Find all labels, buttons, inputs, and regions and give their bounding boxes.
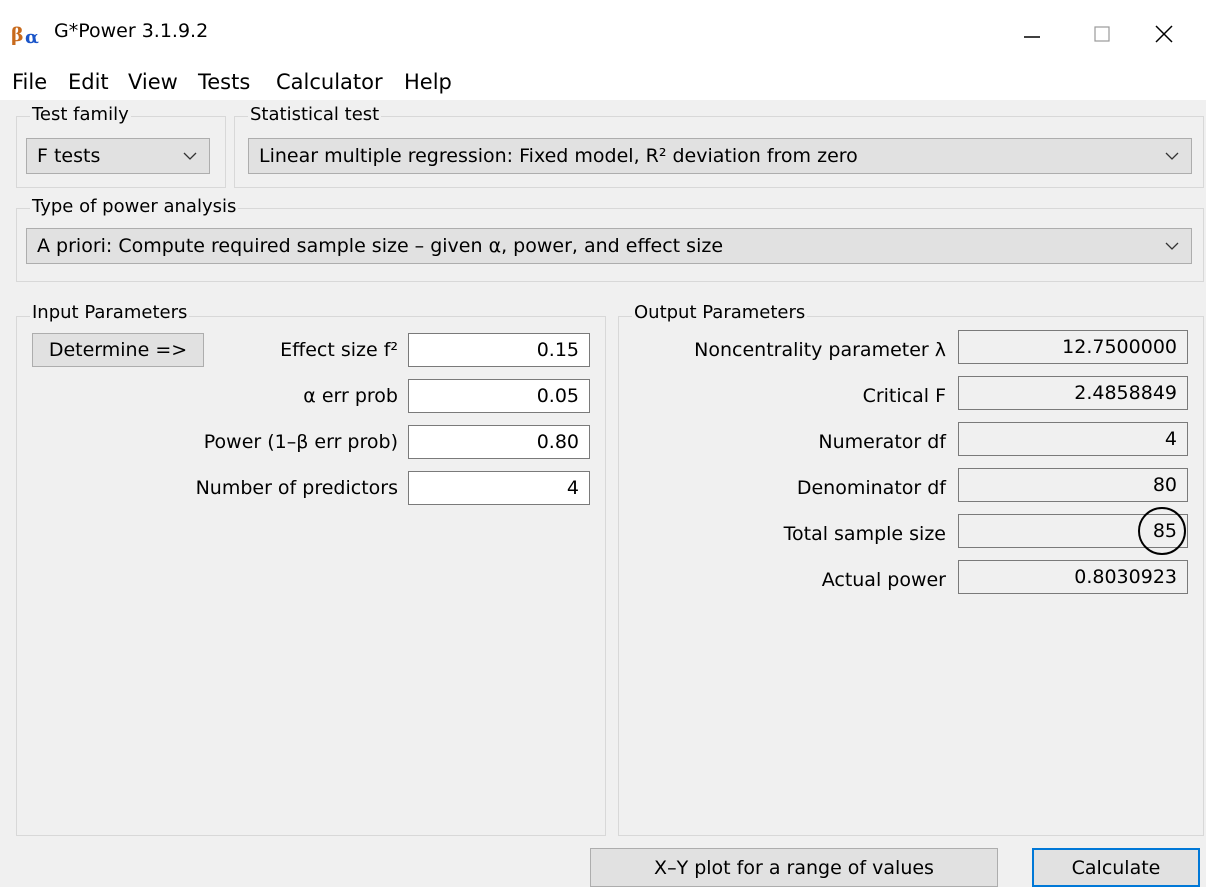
numerator-df-label: Numerator df — [818, 431, 946, 453]
predictors-label: Number of predictors — [195, 477, 398, 499]
svg-text:β: β — [11, 24, 24, 46]
title-bar: β α G*Power 3.1.9.2 — [0, 0, 1206, 64]
numerator-df-value: 4 — [958, 422, 1188, 456]
statistical-test-value: Linear multiple regression: Fixed model,… — [259, 145, 858, 167]
determine-button[interactable]: Determine => — [32, 333, 204, 367]
maximize-icon[interactable] — [1080, 14, 1124, 54]
power-analysis-label: Type of power analysis — [30, 196, 239, 217]
power-label: Power (1–β err prob) — [203, 431, 398, 453]
svg-text:α: α — [25, 27, 39, 46]
menu-file[interactable]: File — [12, 70, 47, 94]
predictors-input[interactable]: 4 — [408, 471, 590, 505]
close-icon[interactable] — [1142, 14, 1186, 54]
xy-plot-button[interactable]: X–Y plot for a range of values — [590, 848, 998, 887]
power-analysis-value: A priori: Compute required sample size –… — [37, 235, 724, 257]
test-family-select[interactable]: F tests — [26, 138, 210, 174]
gpower-beta-alpha-icon: β α — [10, 22, 50, 48]
output-parameters-title: Output Parameters — [632, 302, 808, 323]
denominator-df-value: 80 — [958, 468, 1188, 502]
denominator-df-label: Denominator df — [796, 477, 946, 499]
chevron-down-icon — [1165, 242, 1179, 250]
effect-size-label: Effect size f² — [280, 339, 398, 361]
noncentrality-value: 12.7500000 — [958, 330, 1188, 364]
noncentrality-label: Noncentrality parameter λ — [694, 339, 946, 361]
actual-power-label: Actual power — [821, 569, 946, 591]
alpha-err-label: α err prob — [303, 385, 398, 407]
actual-power-value: 0.8030923 — [958, 560, 1188, 594]
chevron-down-icon — [183, 152, 197, 160]
power-analysis-select[interactable]: A priori: Compute required sample size –… — [26, 228, 1192, 264]
total-sample-size-label: Total sample size — [783, 523, 946, 545]
menu-tests[interactable]: Tests — [198, 70, 250, 94]
effect-size-input[interactable]: 0.15 — [408, 333, 590, 367]
highlight-circle-annotation — [1138, 507, 1186, 555]
menu-help[interactable]: Help — [404, 70, 452, 94]
minimize-icon[interactable] — [1010, 14, 1054, 54]
calculate-button[interactable]: Calculate — [1032, 848, 1200, 887]
menu-view[interactable]: View — [128, 70, 178, 94]
critical-f-label: Critical F — [862, 385, 946, 407]
power-input[interactable]: 0.80 — [408, 425, 590, 459]
statistical-test-select[interactable]: Linear multiple regression: Fixed model,… — [248, 138, 1192, 174]
critical-f-value: 2.4858849 — [958, 376, 1188, 410]
test-family-label: Test family — [30, 104, 131, 125]
chevron-down-icon — [1165, 152, 1179, 160]
statistical-test-label: Statistical test — [248, 104, 382, 125]
menu-edit[interactable]: Edit — [68, 70, 109, 94]
test-family-value: F tests — [37, 145, 101, 167]
window-title: G*Power 3.1.9.2 — [54, 20, 209, 42]
menu-bar: File Edit View Tests Calculator Help — [0, 64, 1206, 100]
input-parameters-title: Input Parameters — [30, 302, 190, 323]
menu-calculator[interactable]: Calculator — [276, 70, 383, 94]
alpha-err-input[interactable]: 0.05 — [408, 379, 590, 413]
